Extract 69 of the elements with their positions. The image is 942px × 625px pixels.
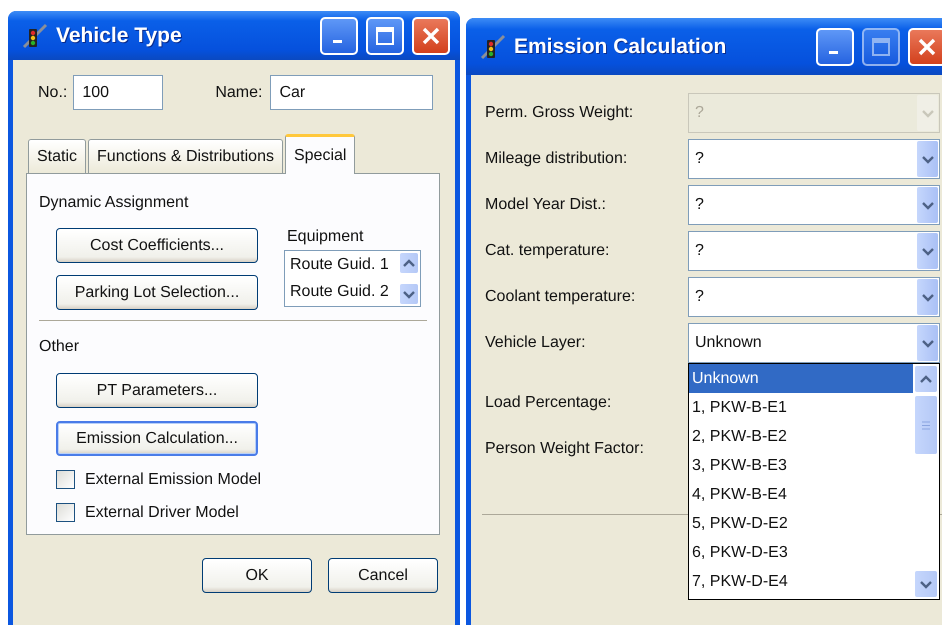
dialog-button[interactable]: PT Parameters...: [56, 373, 258, 408]
minimize-icon: [828, 51, 838, 54]
name-label: Name:: [215, 84, 262, 102]
close-icon: [421, 26, 441, 46]
maximize-icon: [375, 26, 395, 46]
maximize-button[interactable]: [862, 28, 900, 66]
checkbox-label: External Emission Model: [85, 470, 262, 488]
combo-box[interactable]: ?: [688, 185, 940, 225]
dialog-button[interactable]: Emission Calculation...: [56, 421, 258, 456]
maximize-icon: [871, 36, 891, 56]
scroll-down-button[interactable]: [914, 570, 938, 598]
dialog-button[interactable]: Cancel: [328, 558, 438, 593]
field-label: Perm. Gross Weight:: [485, 104, 634, 122]
dialog-button[interactable]: Cost Coefficients...: [56, 228, 258, 263]
field-label: Load Percentage:: [485, 394, 612, 412]
checkbox-label: External Driver Model: [85, 504, 239, 522]
checkbox[interactable]: [56, 470, 75, 489]
number-label: No.:: [38, 84, 68, 102]
close-button[interactable]: [412, 16, 450, 54]
scroll-down-button[interactable]: [399, 283, 419, 305]
combo-box[interactable]: ?: [688, 277, 940, 317]
field-label: Coolant temperature:: [485, 288, 636, 306]
tab[interactable]: Functions & Distributions: [88, 139, 283, 173]
grip-icon: [921, 420, 931, 430]
chevron-down-icon: [922, 200, 934, 210]
scroll-thumb[interactable]: [914, 395, 938, 455]
chevron-down-icon: [922, 108, 934, 118]
scroll-up-button[interactable]: [914, 365, 938, 393]
field-label: Person Weight Factor:: [485, 440, 645, 458]
equipment-list[interactable]: Route Guid. 1 Route Guid. 2: [284, 250, 421, 307]
section-heading: Dynamic Assignment: [39, 194, 190, 212]
dropdown-item[interactable]: Unknown: [689, 364, 913, 393]
chevron-up-icon: [403, 258, 415, 268]
field-label: Cat. temperature:: [485, 242, 610, 260]
close-button[interactable]: [908, 28, 942, 66]
number-field[interactable]: 100: [73, 75, 164, 110]
chevron-up-icon: [920, 374, 932, 384]
checkbox[interactable]: [56, 503, 75, 522]
scroll-up-button[interactable]: [399, 252, 419, 274]
combo-box[interactable]: ?: [688, 139, 940, 179]
field-label: Mileage distribution:: [485, 150, 628, 168]
maximize-button[interactable]: [366, 16, 404, 54]
chevron-down-icon: [403, 290, 415, 298]
field-label: Model Year Dist.:: [485, 196, 607, 214]
equipment-label: Equipment: [287, 228, 364, 246]
list-item[interactable]: Route Guid. 2: [285, 278, 398, 305]
field-label: Vehicle Layer:: [485, 334, 587, 352]
combo-box[interactable]: Unknown: [688, 323, 940, 363]
tab[interactable]: Special: [284, 134, 356, 174]
minimize-button[interactable]: [320, 16, 358, 54]
window-title: Emission Calculation: [514, 34, 728, 58]
chevron-down-icon: [922, 246, 934, 256]
traffic-light-icon: [480, 34, 506, 60]
chevron-down-icon: [922, 338, 934, 348]
minimize-icon: [332, 40, 342, 43]
dialog-button[interactable]: OK: [202, 558, 312, 593]
tab[interactable]: Static: [28, 139, 86, 173]
close-icon: [917, 36, 937, 56]
section-heading: Other: [39, 338, 80, 356]
chevron-down-icon: [922, 154, 934, 164]
dialog-button[interactable]: Parking Lot Selection...: [56, 275, 258, 310]
name-field[interactable]: Car: [270, 75, 434, 110]
minimize-button[interactable]: [816, 28, 854, 66]
chevron-down-icon: [922, 292, 934, 302]
list-item[interactable]: Route Guid. 1: [285, 251, 398, 278]
traffic-light-icon: [22, 22, 48, 48]
combo-box[interactable]: ?: [688, 231, 940, 271]
window-title: Vehicle Type: [56, 24, 183, 48]
chevron-down-icon: [920, 580, 932, 588]
